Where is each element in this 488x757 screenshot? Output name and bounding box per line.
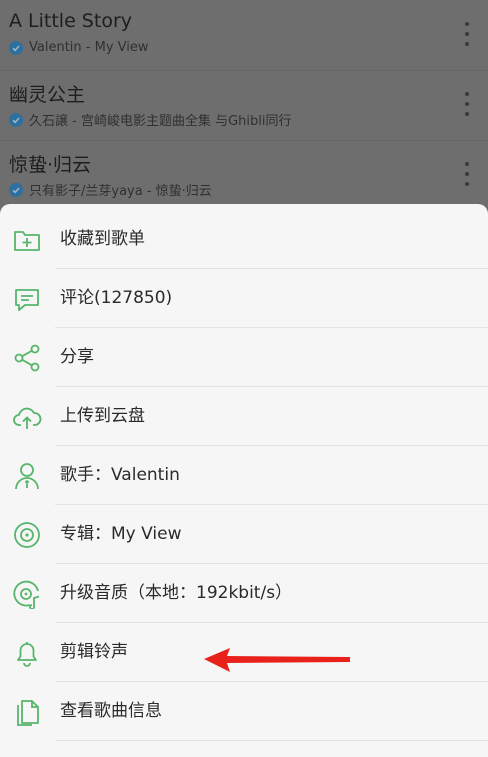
menu-item-label: 上传到云盘 — [60, 406, 145, 426]
song-title: 惊蛰·归云 — [9, 154, 92, 176]
menu-item-share[interactable]: 分享 — [0, 328, 488, 387]
song-subtitle: 只有影子/兰芽yaya - 惊蛰·归云 — [9, 180, 212, 199]
menu-item-comment[interactable]: 评论(127850) — [0, 269, 488, 328]
menu-item-cloud-upload[interactable]: 上传到云盘 — [0, 387, 488, 446]
song-row[interactable]: A Little Story Valentin - My View — [0, 0, 488, 71]
annotation-arrow-icon — [204, 648, 350, 672]
check-badge-icon — [9, 112, 23, 127]
menu-item-label: 专辑：My View — [60, 524, 182, 544]
song-subtitle: Valentin - My View — [9, 40, 149, 55]
more-options-icon[interactable] — [464, 162, 470, 186]
menu-item-album[interactable]: 专辑：My View — [0, 505, 488, 564]
song-title: 幽灵公主 — [9, 84, 86, 106]
menu-item-label: 歌手：Valentin — [60, 465, 180, 485]
song-row[interactable]: 幽灵公主 久石譲 - 宫崎峻电影主题曲全集 与Ghibli同行 — [0, 70, 488, 141]
check-badge-icon — [9, 40, 23, 55]
menu-item-label: 分享 — [60, 347, 94, 367]
song-title: A Little Story — [9, 10, 132, 32]
song-artist-album: 久石譲 - 宫崎峻电影主题曲全集 与Ghibli同行 — [29, 114, 292, 129]
share-icon — [14, 344, 40, 372]
bell-icon — [17, 642, 37, 667]
song-artist-album: Valentin - My View — [29, 40, 149, 55]
song-list: A Little Story Valentin - My View 幽灵公主 久… — [0, 0, 488, 215]
song-row[interactable]: 惊蛰·归云 只有影子/兰芽yaya - 惊蛰·归云 — [0, 140, 488, 211]
divider — [55, 740, 488, 741]
menu-item-label: 评论(127850) — [60, 288, 173, 308]
check-badge-icon — [9, 182, 23, 197]
menu-item-upgrade-quality[interactable]: 升级音质（本地：192kbit/s） — [0, 564, 488, 623]
song-info-icon — [17, 700, 39, 726]
menu-item-label: 升级音质（本地：192kbit/s） — [60, 583, 293, 603]
menu-item-label: 收藏到歌单 — [60, 229, 145, 249]
singer-icon — [15, 463, 39, 490]
more-options-icon[interactable] — [464, 22, 470, 46]
more-options-icon[interactable] — [464, 92, 470, 116]
menu-item-singer[interactable]: 歌手：Valentin — [0, 446, 488, 505]
menu-item-song-info[interactable]: 查看歌曲信息 — [0, 682, 488, 741]
menu-item-add-to-playlist[interactable]: 收藏到歌单 — [0, 210, 488, 269]
song-subtitle: 久石譲 - 宫崎峻电影主题曲全集 与Ghibli同行 — [9, 110, 292, 129]
comment-icon — [15, 289, 39, 311]
cloud-upload-icon — [13, 407, 42, 429]
album-icon — [14, 522, 40, 548]
menu-item-label: 查看歌曲信息 — [60, 701, 162, 721]
song-artist-album: 只有影子/兰芽yaya - 惊蛰·归云 — [29, 184, 212, 199]
menu-item-label: 剪辑铃声 — [60, 642, 128, 662]
add-to-playlist-icon — [14, 231, 40, 251]
quality-icon — [13, 580, 40, 609]
